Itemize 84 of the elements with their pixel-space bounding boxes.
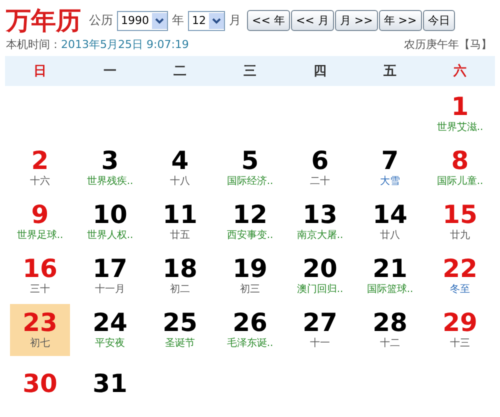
year-label: 年 [172,12,184,29]
day-number[interactable]: 28 [372,309,408,337]
day-number[interactable]: 1 [451,93,469,121]
lunar-date: 十三 [450,337,470,351]
day-number[interactable]: 10 [92,201,128,229]
lunar-date: 三十 [30,283,50,297]
day-number[interactable]: 3 [101,147,119,175]
lunar-date: 十六 [30,175,50,189]
day-number[interactable]: 21 [372,255,408,283]
month-label: 月 [229,12,241,29]
day-number[interactable]: 2 [31,147,49,175]
day-number[interactable]: 18 [162,255,198,283]
day-number[interactable]: 24 [92,309,128,337]
weekday-header: 五 [382,63,398,80]
solar-term: 冬至 [450,283,470,297]
festival-name: 平安夜 [95,337,125,351]
festival-name: 圣诞节 [165,337,195,351]
festival-name: 世界人权.. [86,229,134,243]
day-number[interactable]: 25 [162,309,198,337]
day-number[interactable]: 4 [171,147,189,175]
day-number[interactable]: 23 [22,309,58,337]
dropdown-icon [212,18,221,24]
year-select[interactable]: 1990 [117,10,168,30]
day-number[interactable]: 14 [372,201,408,229]
day-number[interactable]: 9 [31,201,49,229]
nav-button[interactable]: 月 >> [334,10,378,31]
day-number[interactable]: 20 [302,255,338,283]
lunar-date: 初七 [30,337,50,351]
festival-name: 国际篮球.. [366,283,414,297]
lunar-date: 初三 [240,283,260,297]
lunar-date: 十二 [380,337,400,351]
day-number[interactable]: 22 [442,255,478,283]
day-number[interactable]: 29 [442,309,478,337]
weekday-header: 三 [242,63,258,80]
lunar-date: 十八 [170,175,190,189]
day-number[interactable]: 16 [22,255,58,283]
day-number[interactable]: 27 [302,309,338,337]
nav-button[interactable]: << 月 [290,10,334,31]
lunar-date: 十一 [310,337,330,351]
day-number[interactable]: 7 [381,147,399,175]
festival-name: 国际儿童.. [436,175,484,189]
nav-button[interactable]: << 年 [247,10,290,31]
day-number[interactable]: 11 [162,201,198,229]
lunar-date: 十一月 [95,283,125,297]
day-number[interactable]: 31 [92,370,128,398]
clock-value: 2013年5月25日 9:07:19 [61,37,189,52]
weekday-header: 二 [172,63,188,80]
weekday-header: 六 [452,62,468,80]
festival-name: 南京大屠.. [296,229,344,243]
day-number[interactable]: 6 [311,147,329,175]
day-number[interactable]: 26 [232,309,268,337]
month-select[interactable]: 12 [188,10,225,30]
solar-term: 大雪 [380,175,400,189]
lunar-date: 廿九 [450,229,470,243]
festival-name: 世界足球.. [16,229,64,243]
lunar-date: 廿五 [170,229,190,243]
day-number[interactable]: 17 [92,255,128,283]
today-highlight[interactable]: 23 初七 [10,304,70,356]
festival-name: 毛泽东诞.. [226,337,274,351]
festival-name: 澳门回归.. [296,283,344,297]
day-number[interactable]: 8 [451,147,469,175]
day-number[interactable]: 30 [22,370,58,398]
festival-name: 国际经济.. [226,175,274,189]
festival-name: 西安事变.. [226,229,274,243]
day-number[interactable]: 13 [302,201,338,229]
weekday-header: 一 [102,63,118,80]
day-number[interactable]: 12 [232,201,268,229]
lunar-date: 廿八 [380,229,400,243]
calendar-label: 公历 [89,12,113,29]
festival-name: 世界残疾.. [86,175,134,189]
lunar-date: 初二 [170,283,190,297]
day-number[interactable]: 15 [442,201,478,229]
day-number[interactable]: 19 [232,255,268,283]
app-title: 万年历 [6,7,81,37]
dropdown-icon [155,18,164,24]
nav-button[interactable]: 今日 [422,10,455,31]
clock-label: 本机时间： [6,37,61,52]
lunar-year: 农历庚午年【马】 [404,37,492,52]
nav-button[interactable]: 年 >> [378,10,422,31]
festival-name: 世界艾滋.. [436,121,484,135]
weekday-header: 四 [312,63,328,80]
day-number[interactable]: 5 [241,147,259,175]
weekday-header: 日 [32,63,48,80]
lunar-date: 二十 [310,175,330,189]
